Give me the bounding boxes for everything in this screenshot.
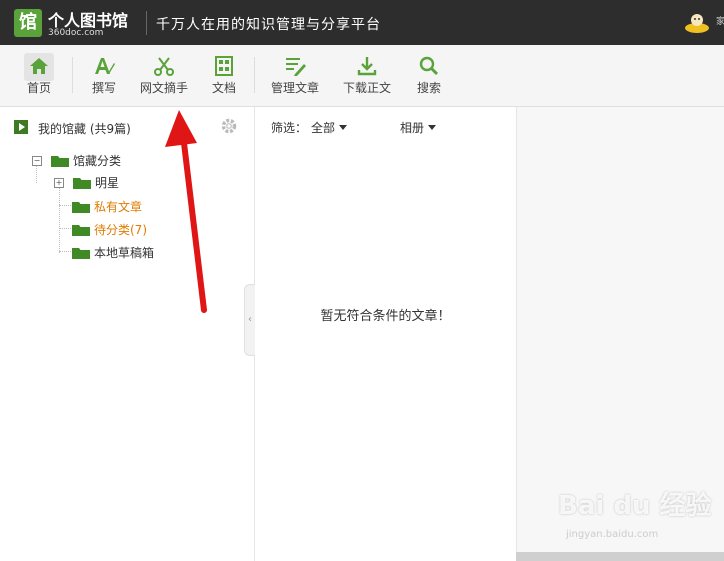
tree-item-label: 明星: [95, 176, 120, 190]
empty-state-message: 暂无符合条件的文章！: [320, 309, 451, 324]
user-label[interactable]: 家: [716, 14, 724, 27]
folder-icon: [73, 177, 91, 189]
tree-item-unsorted[interactable]: 待分类(7): [72, 221, 147, 238]
mascot-icon[interactable]: [684, 12, 710, 34]
title-bar: 馆 个人图书馆 360doc.com 千万人在用的知识管理与分享平台 家: [0, 0, 724, 45]
toolbar-divider: [72, 57, 73, 93]
manage-icon: [286, 58, 306, 76]
filter-label: 筛选：: [271, 121, 308, 135]
toolbar: 首页 撰写 网文摘手 文档 管理文章 下载正文 搜索: [0, 45, 724, 107]
folder-icon: [72, 224, 90, 236]
tree-item-drafts[interactable]: 本地草稿箱: [72, 244, 154, 261]
tree-item-private[interactable]: 私有文章: [72, 198, 142, 215]
home-icon: [30, 58, 48, 74]
collapse-toggle[interactable]: −: [32, 155, 42, 166]
toolbar-search-button[interactable]: 搜索: [413, 45, 445, 106]
write-icon: [95, 58, 115, 74]
tree-connector: [59, 228, 71, 229]
collapse-sidebar-handle[interactable]: ‹: [244, 284, 255, 356]
toolbar-document-label: 文档: [211, 81, 236, 95]
tree-connector: [59, 205, 71, 206]
document-icon: [215, 56, 233, 76]
toolbar-document-button[interactable]: 文档: [208, 45, 240, 106]
my-collection-title[interactable]: 我的馆藏 (共9篇): [38, 120, 131, 137]
toolbar-write-label: 撰写: [91, 81, 116, 95]
folder-icon: [51, 155, 69, 167]
title-divider: [146, 11, 147, 35]
my-collection-label: 我的馆藏: [38, 122, 87, 136]
app-domain: 360doc.com: [48, 28, 104, 38]
caret-down-icon: [339, 125, 348, 130]
toolbar-home-label: 首页: [26, 81, 51, 95]
album-dropdown[interactable]: 相册: [400, 119, 437, 136]
toolbar-manage-label: 管理文章: [270, 81, 319, 95]
toolbar-search-label: 搜索: [416, 81, 441, 95]
logo-icon[interactable]: 馆: [14, 9, 42, 37]
tree-connector: [59, 187, 60, 253]
red-arrow-annotation: [165, 110, 207, 313]
tree-item-label: 待分类(7): [94, 223, 147, 237]
tree-item-label: 馆藏分类: [73, 154, 122, 168]
toolbar-manage-button[interactable]: 管理文章: [268, 45, 322, 106]
folder-icon: [72, 247, 90, 259]
watermark-logo: Bai du 经验: [558, 491, 712, 521]
filter-value: 全部: [311, 121, 336, 135]
caret-down-icon: [428, 125, 437, 130]
toolbar-clip-button[interactable]: 网文摘手: [136, 45, 192, 106]
gear-icon[interactable]: [220, 117, 238, 135]
toolbar-clip-label: 网文摘手: [139, 81, 188, 95]
scissors-icon: [154, 57, 174, 76]
tree-item-root[interactable]: − 馆藏分类: [32, 152, 121, 169]
my-collection-count: (共9篇): [89, 122, 131, 136]
app-slogan: 千万人在用的知识管理与分享平台: [156, 17, 381, 33]
folder-icon: [72, 201, 90, 213]
play-icon[interactable]: [14, 120, 28, 134]
watermark-url: jingyan.baidu.com: [566, 529, 659, 540]
tree-item-label: 私有文章: [94, 200, 143, 214]
filter-dropdown[interactable]: 全部: [311, 119, 348, 136]
tree-connector: [59, 251, 71, 252]
expand-toggle[interactable]: +: [54, 177, 64, 188]
download-icon: [357, 57, 377, 76]
search-icon: [419, 56, 439, 76]
toolbar-download-button[interactable]: 下载正文: [340, 45, 394, 106]
toolbar-home-button[interactable]: 首页: [22, 45, 56, 106]
tree-item-label: 本地草稿箱: [94, 246, 155, 260]
toolbar-download-label: 下载正文: [342, 81, 391, 95]
toolbar-divider: [254, 57, 255, 93]
tree-item-stars[interactable]: + 明星: [54, 174, 119, 191]
album-label: 相册: [400, 121, 425, 135]
horizontal-scrollbar[interactable]: [516, 552, 724, 561]
article-list-panel: 筛选： 全部 相册 暂无符合条件的文章！: [255, 107, 516, 561]
toolbar-write-button[interactable]: 撰写: [88, 45, 120, 106]
